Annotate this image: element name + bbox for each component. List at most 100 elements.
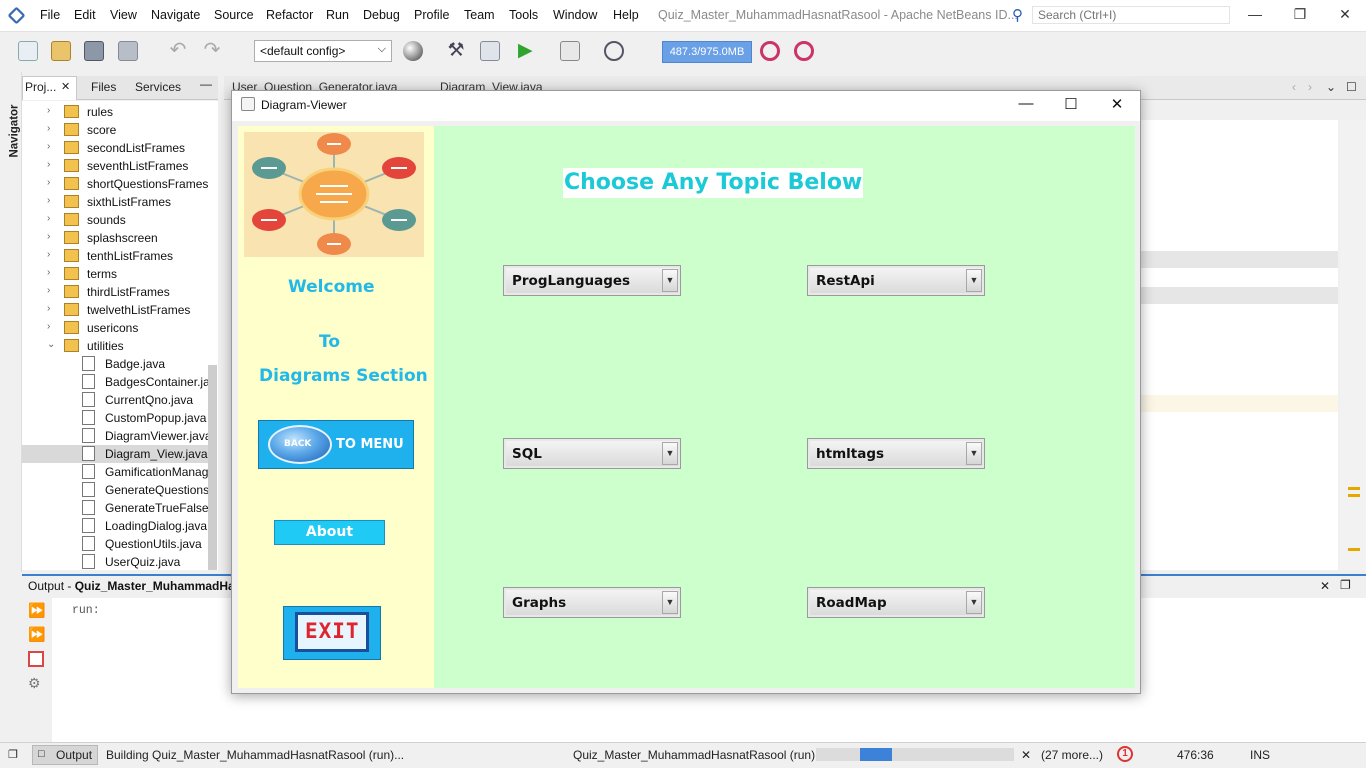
tab-close-icon[interactable]: ✕ (61, 80, 70, 93)
tree-folder[interactable]: › twelvethListFrames (22, 301, 208, 319)
undo-icon[interactable]: ↶ (168, 40, 188, 61)
tree-file[interactable]: GenerateTrueFalse.j (22, 499, 208, 517)
chevron-right-icon[interactable]: › (47, 267, 50, 278)
topic-combo-proglanguages[interactable]: ProgLanguages ▼ (503, 265, 681, 296)
tree-file[interactable]: LoadingDialog.java (22, 517, 208, 535)
combo-arrow-icon[interactable]: ▼ (966, 591, 982, 614)
chevron-right-icon[interactable]: › (47, 159, 50, 170)
search-input[interactable] (1032, 6, 1230, 24)
cancel-task-icon[interactable]: ✕ (1021, 748, 1031, 762)
tree-folder[interactable]: › sixthListFrames (22, 193, 208, 211)
combo-arrow-icon[interactable]: ▼ (662, 591, 678, 614)
error-stripe-marker[interactable] (1348, 548, 1360, 551)
new-project-icon[interactable] (51, 41, 71, 61)
menu-navigate[interactable]: Navigate (151, 8, 200, 22)
notification-badge[interactable]: 1 (1117, 746, 1133, 762)
globe-icon[interactable] (403, 41, 423, 61)
chevron-right-icon[interactable]: › (47, 303, 50, 314)
dialog-close-icon[interactable]: ✕ (1102, 95, 1132, 113)
run-icon[interactable]: ▶ (518, 41, 538, 61)
dialog-maximize-icon[interactable]: ☐ (1056, 95, 1086, 113)
output-status-label[interactable]: Output (56, 748, 92, 762)
settings-icon[interactable]: ⚙ (28, 675, 44, 691)
dialog-minimize-icon[interactable]: — (1011, 95, 1041, 112)
chevron-right-icon[interactable]: › (47, 213, 50, 224)
tree-folder[interactable]: › secondListFrames (22, 139, 208, 157)
tree-folder[interactable]: › score (22, 121, 208, 139)
scroll-tabs-left-icon[interactable]: ‹ (1292, 80, 1296, 94)
tree-file[interactable]: Badge.java (22, 355, 208, 373)
tab-list-chevron-icon[interactable]: ⌄ (1326, 80, 1336, 94)
menu-debug[interactable]: Debug (363, 8, 400, 22)
chevron-right-icon[interactable]: › (47, 231, 50, 242)
tree-folder[interactable]: › rules (22, 103, 208, 121)
snapshot-icon[interactable] (794, 41, 814, 61)
chevron-right-icon[interactable]: › (47, 123, 50, 134)
tree-folder[interactable]: › splashscreen (22, 229, 208, 247)
tab-projects-label[interactable]: Proj... (25, 80, 56, 94)
clean-build-icon[interactable] (480, 41, 500, 61)
tree-file[interactable]: GenerateQuestions. (22, 481, 208, 499)
tree-file-selected[interactable]: Diagram_View.java (22, 445, 208, 463)
stop-icon[interactable] (28, 651, 44, 667)
combo-arrow-icon[interactable]: ▼ (662, 442, 678, 465)
minimize-icon[interactable]: — (1240, 6, 1270, 22)
menu-source[interactable]: Source (214, 8, 254, 22)
tree-file[interactable]: GamificationManag (22, 463, 208, 481)
error-stripe-marker[interactable] (1348, 487, 1360, 490)
chevron-right-icon[interactable]: › (47, 105, 50, 116)
restore-icon[interactable]: ❐ (1285, 6, 1315, 23)
chevron-right-icon[interactable]: › (47, 285, 50, 296)
menu-run[interactable]: Run (326, 8, 349, 22)
tree-folder[interactable]: › shortQuestionsFrames (22, 175, 208, 193)
gc-icon[interactable] (760, 41, 780, 61)
tree-folder[interactable]: › sounds (22, 211, 208, 229)
about-button[interactable]: About (274, 520, 385, 545)
tree-folder[interactable]: › tenthListFrames (22, 247, 208, 265)
tree-file[interactable]: CurrentQno.java (22, 391, 208, 409)
rerun-icon[interactable]: ⏩ (28, 602, 45, 618)
restore-output-icon[interactable]: ❐ (1340, 578, 1351, 592)
save-all-icon[interactable] (118, 41, 138, 61)
memory-usage-bar[interactable]: 487.3/975.0MB (662, 41, 752, 63)
tree-folder-expanded[interactable]: ⌄ utilities (22, 337, 208, 355)
editor-pane[interactable] (1140, 120, 1338, 570)
menu-team[interactable]: Team (464, 8, 495, 22)
navigator-tab[interactable]: Navigator (9, 104, 21, 157)
topic-combo-sql[interactable]: SQL ▼ (503, 438, 681, 469)
chevron-right-icon[interactable]: › (47, 321, 50, 332)
tree-scrollbar[interactable] (208, 365, 217, 570)
minimize-panel-icon[interactable]: — (200, 77, 212, 91)
restore-windows-icon[interactable]: ❐ (8, 748, 18, 761)
tree-folder[interactable]: › usericons (22, 319, 208, 337)
config-select[interactable]: <default config> ⌵ (254, 40, 392, 62)
dialog-title-bar[interactable] (232, 91, 1140, 121)
combo-arrow-icon[interactable]: ▼ (662, 269, 678, 292)
tree-file[interactable]: QuestionUtils.java (22, 535, 208, 553)
topic-combo-roadmap[interactable]: RoadMap ▼ (807, 587, 985, 618)
close-icon[interactable]: ✕ (1330, 6, 1360, 23)
tree-file[interactable]: CustomPopup.java (22, 409, 208, 427)
chevron-right-icon[interactable]: › (47, 249, 50, 260)
menu-file[interactable]: File (40, 8, 60, 22)
close-output-icon[interactable]: ✕ (1320, 579, 1330, 593)
scroll-tabs-right-icon[interactable]: › (1308, 80, 1312, 94)
tree-file[interactable]: DiagramViewer.java (22, 427, 208, 445)
tab-files[interactable]: Files (91, 80, 116, 94)
build-hammer-icon[interactable]: ⚒ (446, 41, 466, 61)
menu-window[interactable]: Window (553, 8, 597, 22)
menu-tools[interactable]: Tools (509, 8, 538, 22)
rerun-with-params-icon[interactable]: ⏩ (28, 626, 45, 642)
tree-file[interactable]: UserQuiz.java (22, 553, 208, 570)
profile-icon[interactable] (604, 41, 624, 61)
debug-icon[interactable] (560, 41, 580, 61)
error-stripe-marker[interactable] (1348, 494, 1360, 497)
search-icon[interactable]: ⚲ (1012, 6, 1023, 24)
menu-refactor[interactable]: Refactor (266, 8, 313, 22)
topic-combo-graphs[interactable]: Graphs ▼ (503, 587, 681, 618)
topic-combo-restapi[interactable]: RestApi ▼ (807, 265, 985, 296)
combo-arrow-icon[interactable]: ▼ (966, 269, 982, 292)
redo-icon[interactable]: ↷ (202, 40, 222, 61)
more-tasks-link[interactable]: (27 more...) (1041, 748, 1103, 762)
menu-help[interactable]: Help (613, 8, 639, 22)
